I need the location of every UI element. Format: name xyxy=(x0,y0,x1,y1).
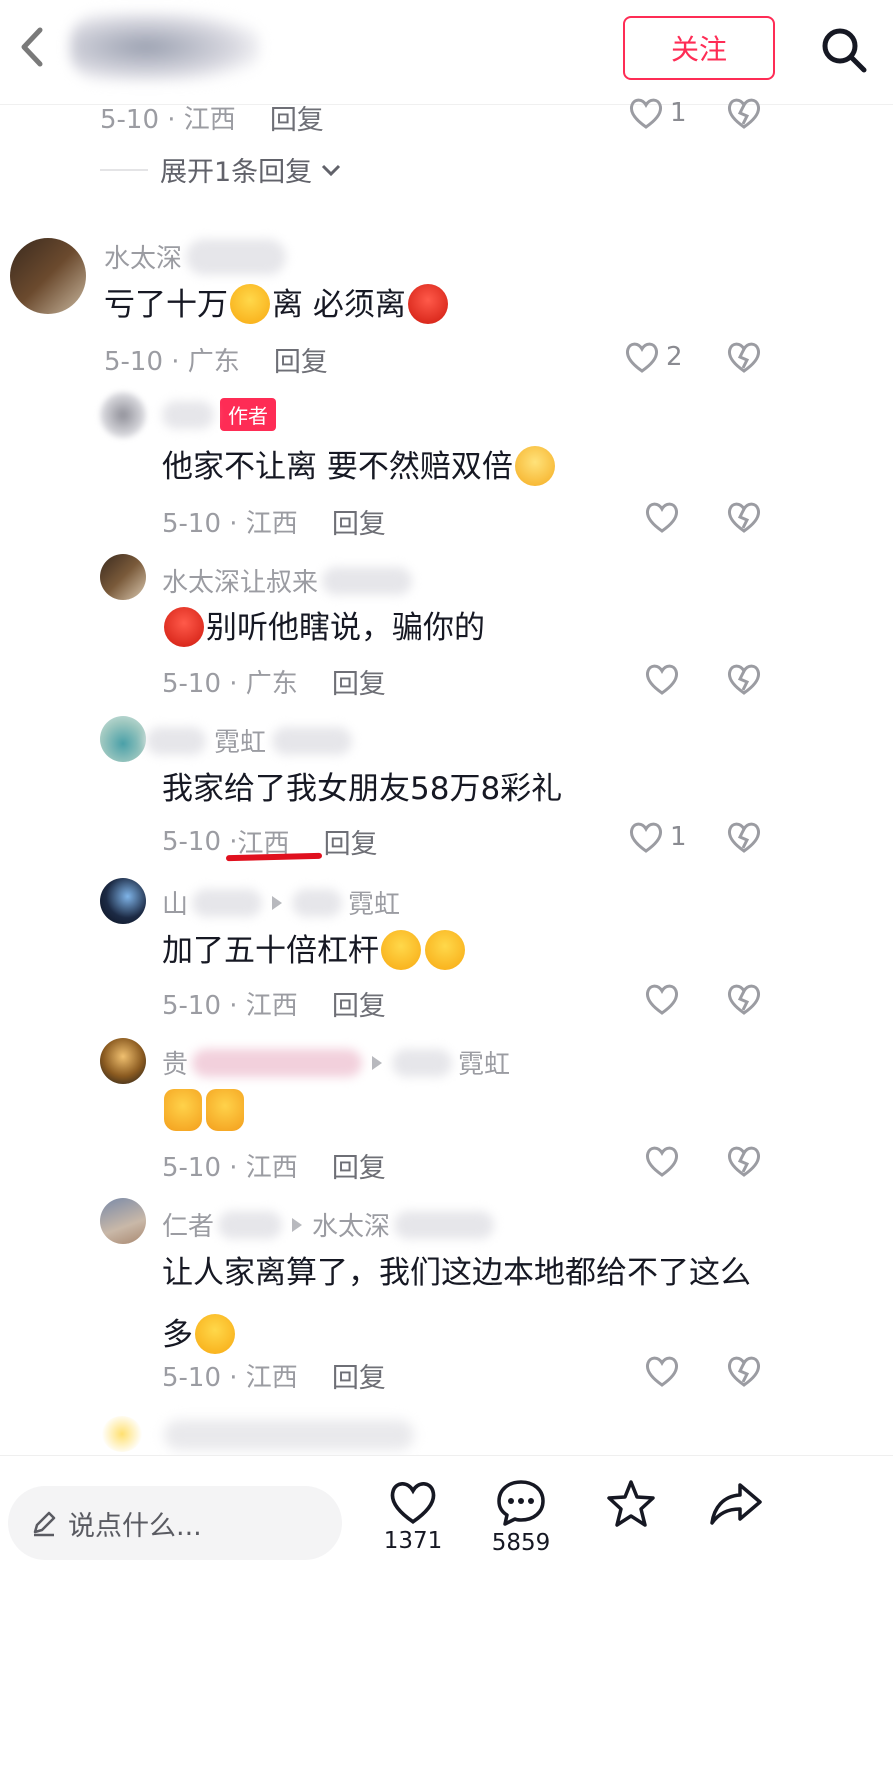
date-location: 5-10 · 江西 xyxy=(100,105,236,135)
follow-button[interactable]: 关注 xyxy=(623,16,775,80)
heart-icon xyxy=(625,342,659,373)
expand-label: 展开1条回复 xyxy=(160,157,313,188)
thumbs-up-emoji-icon xyxy=(164,1088,202,1131)
commenter-name[interactable]: 霓虹 xyxy=(146,722,353,759)
like-action[interactable]: 1371 xyxy=(368,1478,458,1554)
chevron-down-icon xyxy=(322,164,341,176)
comment-text: 加了五十倍杠杆 xyxy=(162,920,467,982)
commenter-name[interactable]: 作者 xyxy=(162,398,276,431)
commenter-name[interactable]: 仁者 水太深 xyxy=(162,1206,495,1243)
like-button[interactable]: 2 xyxy=(624,340,683,374)
reply-to-arrow-icon xyxy=(272,895,283,910)
commenter-name[interactable]: 水太深让叔来 xyxy=(162,562,413,599)
comment-text xyxy=(162,1080,246,1142)
comment-text: 他家不让离 要不然赔双倍 xyxy=(162,436,557,498)
avatar[interactable] xyxy=(102,1416,142,1452)
reply-button[interactable]: 回复 xyxy=(324,822,378,861)
avatar[interactable] xyxy=(100,392,146,438)
comment-text: 让人家离算了，我们这边本地都给不了这么 多 xyxy=(162,1255,751,1354)
reply-button[interactable]: 回复 xyxy=(332,502,386,541)
like-count: 1 xyxy=(670,98,687,128)
avatar[interactable] xyxy=(100,1038,146,1084)
commenter-name[interactable]: 水太深 xyxy=(104,238,287,275)
embarrassed-emoji-icon xyxy=(514,445,555,486)
like-button[interactable]: 1 xyxy=(628,820,687,854)
commenter-name[interactable]: 贵 霓虹 xyxy=(162,1044,510,1081)
heart-icon xyxy=(629,98,663,129)
blurred-username xyxy=(164,1420,414,1450)
bottom-action-bar: 说点什么... 1371 5859 xyxy=(0,1455,893,1787)
share-icon[interactable] xyxy=(708,1480,764,1528)
likes-count: 1371 xyxy=(383,1528,443,1554)
avatar[interactable] xyxy=(100,1198,146,1244)
laughing-crying-emoji-icon xyxy=(195,1313,235,1354)
like-button[interactable]: 1 xyxy=(628,96,687,130)
broken-heart-icon[interactable] xyxy=(726,820,762,854)
comment-meta: 5-10 · 江西 回复 xyxy=(162,1356,386,1395)
reply-button[interactable]: 回复 xyxy=(332,1356,386,1395)
heart-icon[interactable] xyxy=(644,982,680,1016)
broken-heart-icon[interactable] xyxy=(726,982,762,1016)
blurred-username xyxy=(70,12,260,82)
angry-emoji-icon xyxy=(407,283,448,324)
comment-text: 我家给了我女朋友58万8彩礼 xyxy=(162,771,563,807)
author-badge: 作者 xyxy=(220,398,276,431)
laughing-crying-emoji-icon xyxy=(425,929,465,970)
comment-action[interactable]: 5859 xyxy=(476,1478,566,1556)
comment-icon xyxy=(497,1480,545,1526)
comment-input[interactable]: 说点什么... xyxy=(8,1486,342,1560)
heart-icon[interactable] xyxy=(644,1354,680,1388)
commenter-name[interactable]: 山 霓虹 xyxy=(162,884,400,921)
reply-button[interactable]: 回复 xyxy=(332,1146,386,1185)
laughing-crying-emoji-icon xyxy=(381,929,421,970)
avatar[interactable] xyxy=(100,716,146,762)
heart-icon[interactable] xyxy=(644,1144,680,1178)
pen-icon xyxy=(33,1511,56,1537)
reply-button[interactable]: 回复 xyxy=(332,662,386,701)
avatar[interactable] xyxy=(100,878,146,924)
reply-button[interactable]: 回复 xyxy=(270,98,324,137)
comment-meta: 5-10 · 广东 回复 xyxy=(162,662,386,701)
reply-button[interactable]: 回复 xyxy=(332,984,386,1023)
comment-meta: 5-10 · 江西 回复 xyxy=(162,1146,386,1185)
broken-heart-icon[interactable] xyxy=(726,662,762,696)
angry-emoji-icon xyxy=(164,606,204,647)
reply-button[interactable]: 回复 xyxy=(274,340,328,379)
comment-meta: 5-10 · 江西 回复 xyxy=(162,502,386,541)
thumbs-up-emoji-icon xyxy=(206,1088,244,1131)
comment-text: 亏了十万离 必须离 xyxy=(104,274,450,336)
heart-icon xyxy=(629,822,663,853)
comment-meta: 5-10 · 江西 回复 xyxy=(162,984,386,1023)
heart-icon xyxy=(390,1481,436,1524)
heart-icon[interactable] xyxy=(644,500,680,534)
crying-emoji-icon xyxy=(230,283,270,324)
broken-heart-icon[interactable] xyxy=(726,1354,762,1388)
broken-heart-icon[interactable] xyxy=(726,500,762,534)
expand-replies-button[interactable]: 展开1条回复 xyxy=(100,150,344,189)
heart-icon[interactable] xyxy=(644,662,680,696)
top-bar: 关注 xyxy=(0,0,893,105)
broken-heart-icon[interactable] xyxy=(726,1144,762,1178)
reply-to-arrow-icon xyxy=(372,1055,383,1070)
avatar[interactable] xyxy=(100,554,146,600)
comment-input-placeholder: 说点什么... xyxy=(68,1510,202,1542)
divider xyxy=(100,168,148,171)
comment-meta: 5-10 · 江西 回复 xyxy=(100,98,324,137)
broken-heart-icon[interactable] xyxy=(726,96,762,130)
search-icon[interactable] xyxy=(818,24,870,76)
comment-text: 别听他瞎说，骗你的 xyxy=(162,597,485,659)
back-arrow-icon[interactable] xyxy=(14,24,50,70)
comments-count: 5859 xyxy=(491,1530,551,1556)
broken-heart-icon[interactable] xyxy=(726,340,762,374)
star-icon[interactable] xyxy=(604,1478,658,1530)
avatar[interactable] xyxy=(10,238,86,314)
comment-meta: 5-10 · 广东 回复 xyxy=(104,340,328,379)
reply-to-arrow-icon xyxy=(292,1217,303,1232)
